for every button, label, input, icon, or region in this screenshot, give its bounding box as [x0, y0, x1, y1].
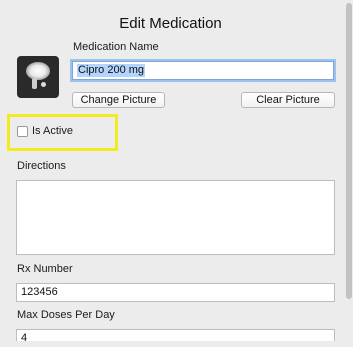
scrollbar-thumb[interactable] [346, 3, 352, 299]
vertical-scrollbar[interactable] [345, 0, 353, 341]
clear-picture-button[interactable]: Clear Picture [241, 92, 335, 108]
medication-name-value: Cipro 200 mg [77, 64, 146, 77]
max-doses-field[interactable]: 4 [16, 329, 335, 344]
max-doses-label: Max Doses Per Day [17, 309, 115, 321]
directions-textarea[interactable] [16, 180, 335, 255]
is-active-checkbox[interactable] [17, 126, 28, 137]
medication-thumbnail [17, 56, 59, 98]
edit-medication-sheet: Edit Medication Medication Name Cipro 20… [0, 0, 353, 344]
medication-name-label: Medication Name [73, 41, 159, 53]
medication-name-field[interactable]: Cipro 200 mg [72, 61, 334, 80]
directions-label: Directions [17, 160, 66, 172]
rx-number-label: Rx Number [17, 263, 73, 275]
rx-number-field[interactable]: 123456 [16, 283, 335, 302]
dialog-title: Edit Medication [119, 15, 222, 32]
change-picture-button[interactable]: Change Picture [72, 92, 165, 108]
is-active-label[interactable]: Is Active [32, 125, 73, 137]
pill-bottle-photo-icon [26, 62, 50, 80]
